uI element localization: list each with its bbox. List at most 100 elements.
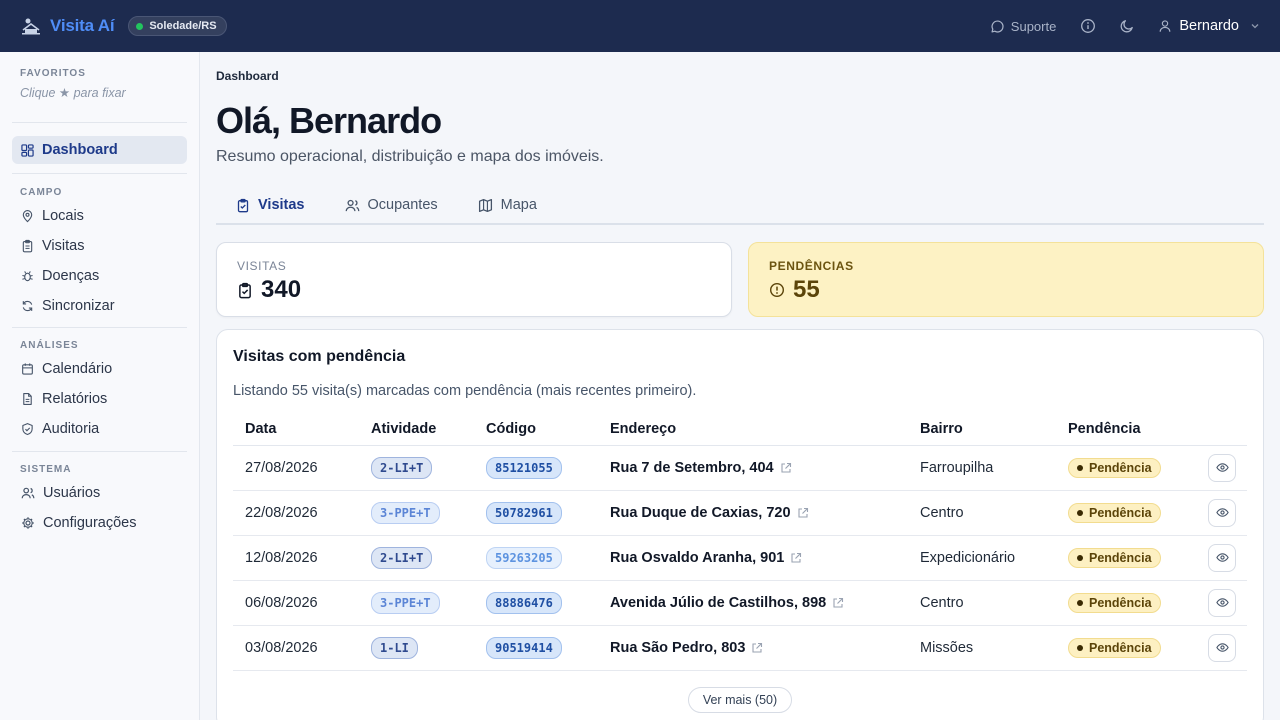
page-subtitle: Resumo operacional, distribuição e mapa … [216,148,604,165]
status-dot [1077,464,1083,471]
sidebar-divider [12,451,187,452]
breadcrumb[interactable]: Dashboard [216,69,279,83]
table-row: 06/08/2026 3-PPE+T 88886476 Avenida Júli… [233,580,1247,626]
sidebar: FAVORITOS Clique ★ para fixar Dashboard … [0,52,200,720]
eye-icon [1215,598,1229,607]
status-dot [1077,644,1083,651]
sidebar-item-visitas[interactable]: Visitas [12,232,187,260]
stat-label: PENDÊNCIAS [769,259,854,273]
moon-icon[interactable] [1119,18,1135,34]
bug-icon [22,271,33,282]
info-icon[interactable] [1080,18,1096,34]
column-header-endereco[interactable]: Endereço [598,413,908,446]
activity-chip: 3-PPE+T [371,591,440,614]
cell-data: 06/08/2026 [233,580,359,626]
sidebar-item-sincronizar[interactable]: Sincronizar [12,292,187,320]
status-badge: Pendência [1068,457,1161,478]
sidebar-item-label: Visitas [42,238,85,254]
status-dot [1077,554,1083,561]
address-link[interactable]: Rua Osvaldo Aranha, 901 [610,550,784,566]
code-chip[interactable]: 59263205 [486,546,562,569]
cell-bairro: Missões [908,625,1056,671]
tab-label: Visitas [258,197,305,213]
address-link[interactable]: Avenida Júlio de Castilhos, 898 [610,595,826,611]
sidebar-item-locais[interactable]: Locais [12,202,187,230]
support-label: Suporte [1010,18,1057,34]
status-dot [1077,599,1083,606]
tab-bar: Visitas Ocupantes Mapa [216,187,1264,225]
view-button[interactable] [1208,453,1236,482]
sidebar-item-usuarios[interactable]: Usuários [12,479,187,507]
support-button[interactable]: Suporte [990,18,1057,34]
view-button[interactable] [1208,498,1236,527]
logo-icon [22,18,40,35]
code-chip[interactable]: 85121055 [486,456,562,479]
code-chip[interactable]: 50782961 [486,501,562,524]
brand[interactable]: Visita Aí Soledade/RS [20,16,227,36]
activity-chip: 3-PPE+T [371,501,440,524]
column-header-actions [1196,413,1247,446]
sidebar-item-doencas[interactable]: Doenças [12,262,187,290]
sidebar-item-label: Dashboard [42,142,118,158]
city-badge: Soledade/RS [128,16,227,36]
sidebar-item-label: Auditoria [42,421,100,437]
external-link-icon[interactable] [751,642,763,654]
column-header-data[interactable]: Data [233,413,359,446]
sidebar-item-dashboard[interactable]: Dashboard [12,136,187,164]
favorites-hint: Clique ★ para fixar [20,86,126,100]
cell-bairro: Centro [908,490,1056,536]
external-link-icon[interactable] [790,552,802,564]
map-pin-icon [22,210,33,223]
sidebar-item-configuracoes[interactable]: Configurações [12,509,187,537]
view-button[interactable] [1208,588,1236,617]
sidebar-item-label: Configurações [43,515,137,531]
section-label-sistema: SISTEMA [20,464,72,475]
user-name: Bernardo [1179,18,1239,34]
main-content: Dashboard Olá, Bernardo Resumo operacion… [200,52,1280,720]
address-link[interactable]: Rua Duque de Caxias, 720 [610,505,791,521]
chat-icon [991,19,1004,33]
sidebar-item-relatorios[interactable]: Relatórios [12,385,187,413]
clipboard-icon [22,239,33,253]
app-name: Visita Aí [50,16,115,35]
column-header-pendencia[interactable]: Pendência [1056,413,1196,446]
pending-visits-panel: Visitas com pendência Listando 55 visita… [216,329,1264,720]
code-chip[interactable]: 88886476 [486,591,562,614]
tab-visitas[interactable]: Visitas [216,187,325,223]
view-button[interactable] [1208,633,1236,662]
status-badge: Pendência [1068,592,1161,613]
column-header-atividade[interactable]: Atividade [359,413,474,446]
activity-chip: 2-LI+T [371,546,433,569]
sidebar-item-auditoria[interactable]: Auditoria [12,415,187,443]
column-header-codigo[interactable]: Código [474,413,598,446]
status-dot [136,22,144,30]
stat-card-pendencias: PENDÊNCIAS 55 [748,242,1264,317]
external-link-icon[interactable] [832,597,844,609]
address-link[interactable]: Rua São Pedro, 803 [610,640,745,656]
status-label: Pendência [1089,640,1152,655]
users-icon [345,199,359,211]
activity-chip: 1-LI [371,636,418,659]
status-label: Pendência [1089,595,1152,610]
tab-ocupantes[interactable]: Ocupantes [325,187,458,223]
status-badge: Pendência [1068,637,1161,658]
external-link-icon[interactable] [797,507,809,519]
load-more-button[interactable]: Ver mais (50) [688,687,792,713]
table-header-row: Data Atividade Código Endereço Bairro Pe… [233,413,1247,446]
tab-mapa[interactable]: Mapa [458,187,557,223]
code-chip[interactable]: 90519414 [486,636,562,659]
sidebar-item-label: Doenças [42,268,100,284]
panel-title: Visitas com pendência [233,348,406,365]
status-badge: Pendência [1068,502,1161,523]
user-icon [1159,20,1171,32]
sidebar-item-calendario[interactable]: Calendário [12,355,187,383]
user-menu[interactable]: Bernardo [1158,18,1260,34]
table-row: 22/08/2026 3-PPE+T 50782961 Rua Duque de… [233,490,1247,536]
table-row: 03/08/2026 1-LI 90519414 Rua São Pedro, … [233,625,1247,671]
sidebar-divider [12,122,187,123]
external-link-icon[interactable] [780,462,792,474]
column-header-bairro[interactable]: Bairro [908,413,1056,446]
view-button[interactable] [1208,543,1236,572]
sidebar-item-label: Usuários [43,485,101,501]
address-link[interactable]: Rua 7 de Setembro, 404 [610,460,774,476]
